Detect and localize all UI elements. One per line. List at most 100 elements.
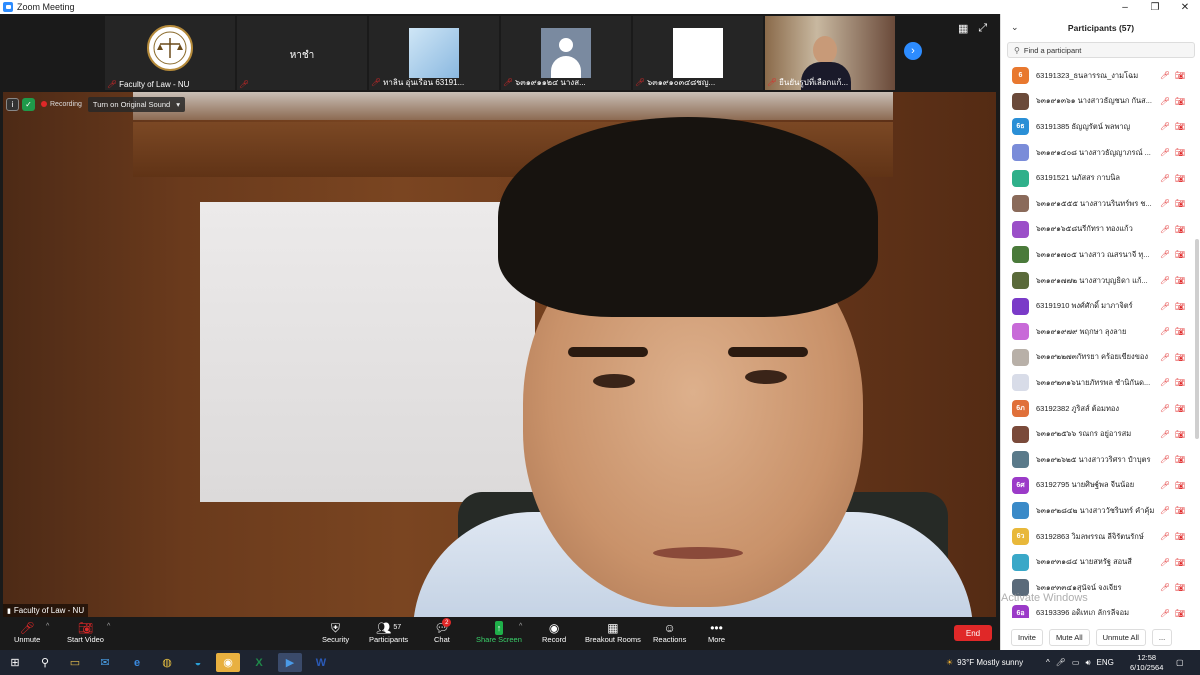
record-button[interactable]: ◉ Record [542, 620, 566, 645]
share-options-caret-icon[interactable]: ^ [519, 623, 522, 630]
participant-row[interactable]: ๖๓๑๙๓๑๘๔ นายสหรัฐ สอนสี 🎤︎ 📷︎ [1001, 549, 1193, 575]
start-windows-icon[interactable]: ⊞ [3, 653, 27, 672]
more-button[interactable]: ••• More [708, 620, 725, 645]
search-icon[interactable]: ⚲ [33, 653, 57, 672]
camera-off-icon[interactable]: 📷︎ [1175, 327, 1185, 336]
mic-muted-icon[interactable]: 🎤︎ [1160, 250, 1170, 259]
thumbnail-faculty[interactable]: 🎤︎ Faculty of Law - NU [105, 16, 235, 90]
camera-off-icon[interactable]: 📷︎ [1175, 430, 1185, 439]
mail-icon[interactable]: ✉ [93, 653, 117, 672]
participant-row[interactable]: ๖๓๑๙๒๒๗๓กัทรยา คร้อยเขียงของ 🎤︎ 📷︎ [1001, 345, 1193, 371]
chrome-icon[interactable]: ◍ [155, 653, 179, 672]
mic-muted-icon[interactable]: 🎤︎ [1160, 532, 1170, 541]
minimize-button[interactable]: – [1110, 0, 1140, 14]
next-page-arrow-icon[interactable]: › [904, 42, 922, 60]
internet-explorer-icon[interactable]: e [125, 653, 149, 672]
line-icon[interactable]: ◉ [216, 653, 240, 672]
camera-off-icon[interactable]: 📷︎ [1175, 122, 1185, 131]
camera-off-icon[interactable]: 📷︎ [1175, 609, 1185, 618]
thumbnail-blank[interactable]: 🎤︎ ๖๓๑๙๑๐๓๔๘ชญ... [633, 16, 763, 90]
camera-off-icon[interactable]: 📷︎ [1175, 583, 1185, 592]
participant-row[interactable]: 6ว 63192863 วิมลพรรณ ลีจิรัตนรักษ์ 🎤︎ 📷︎ [1001, 524, 1193, 550]
video-options-caret-icon[interactable]: ^ [107, 623, 110, 630]
reactions-button[interactable]: ☺ Reactions [653, 620, 686, 645]
clock[interactable]: 12:58 6/10/2564 [1130, 650, 1163, 675]
participant-row[interactable]: ๖๓๑๙๒๖๒๕ นางสาววริศรา ปำบุตร 🎤︎ 📷︎ [1001, 447, 1193, 473]
participant-row[interactable]: 63191910 พงศ์ศักดิ์ มาภาจิตร์ 🎤︎ 📷︎ [1001, 293, 1193, 319]
thumbnail-avatar[interactable]: 🎤︎ ๖๓๑๙๑๑๒๔ นางส... [501, 16, 631, 90]
mic-muted-icon[interactable]: 🎤︎ [1160, 71, 1170, 80]
mic-muted-icon[interactable]: 🎤︎ [1160, 378, 1170, 387]
excel-icon[interactable]: X [247, 653, 271, 672]
participant-row[interactable]: ๖๓๑๙๑๖๕๘นรีกัทรา ทองแก้ว 🎤︎ 📷︎ [1001, 217, 1193, 243]
language-indicator[interactable]: ENG [1097, 658, 1114, 667]
camera-off-icon[interactable]: 📷︎ [1175, 404, 1185, 413]
camera-off-icon[interactable]: 📷︎ [1175, 97, 1185, 106]
participant-row[interactable]: 6 63191323_ธนลารรณ_งามโฉม 🎤︎ 📷︎ [1001, 63, 1193, 89]
camera-off-icon[interactable]: 📷︎ [1175, 506, 1185, 515]
participants-button[interactable]: 👥︎ 57 Participants [369, 620, 408, 645]
participant-row[interactable]: 63191521 นภัสสร กาบนิล 🎤︎ 📷︎ [1001, 165, 1193, 191]
mic-muted-icon[interactable]: 🎤︎ [1160, 506, 1170, 515]
camera-off-icon[interactable]: 📷︎ [1175, 302, 1185, 311]
participant-row[interactable]: ๖๓๑๙๑๙๗๙ พฤกษา ลุงลาย 🎤︎ 📷︎ [1001, 319, 1193, 345]
microphone-icon[interactable]: 🎤︎ [1056, 658, 1066, 667]
chat-button[interactable]: 💬︎ 2 Chat [434, 618, 452, 644]
camera-off-icon[interactable]: 📷︎ [1175, 378, 1185, 387]
fullscreen-icon[interactable]: ⤢ [978, 22, 987, 35]
mic-muted-icon[interactable]: 🎤︎ [1160, 558, 1170, 567]
gallery-view-icon[interactable]: ▦ [958, 22, 968, 35]
mic-muted-icon[interactable]: 🎤︎ [1160, 122, 1170, 131]
camera-off-icon[interactable]: 📷︎ [1175, 225, 1185, 234]
participant-row[interactable]: ๖๓๑๙๒๕๖๖ รณกร อยู่อารสม 🎤︎ 📷︎ [1001, 421, 1193, 447]
participant-row[interactable]: 6ภ 63192382 ภูริสส์ ต้อมทอง 🎤︎ 📷︎ [1001, 396, 1193, 422]
share-screen-button[interactable]: ↑ Share Screen [476, 620, 522, 644]
mic-muted-icon[interactable]: 🎤︎ [1160, 583, 1170, 592]
camera-off-icon[interactable]: 📷︎ [1175, 199, 1185, 208]
chevron-up-icon[interactable]: ^ [1046, 658, 1050, 667]
camera-off-icon[interactable]: 📷︎ [1175, 353, 1185, 362]
close-button[interactable]: ✕ [1170, 0, 1200, 14]
camera-off-icon[interactable]: 📷︎ [1175, 250, 1185, 259]
mic-muted-icon[interactable]: 🎤︎ [1160, 404, 1170, 413]
participant-row[interactable]: ๖๓๑๙๑๗๐๕ นางสาว ณสรนาจี ทุ... 🎤︎ 📷︎ [1001, 242, 1193, 268]
camera-off-icon[interactable]: 📷︎ [1175, 532, 1185, 541]
mic-muted-icon[interactable]: 🎤︎ [1160, 199, 1170, 208]
mic-muted-icon[interactable]: 🎤︎ [1160, 148, 1170, 157]
network-icon[interactable]: ▭ [1072, 658, 1080, 667]
camera-off-icon[interactable]: 📷︎ [1175, 455, 1185, 464]
audio-options-caret-icon[interactable]: ^ [46, 623, 49, 630]
mic-muted-icon[interactable]: 🎤︎ [1160, 430, 1170, 439]
thumbnail-text[interactable]: หาชำ 🎤︎ [237, 16, 367, 90]
participant-row[interactable]: ๖๓๑๙๒๓๑๖นายภัทรพล ชำนิกันด... 🎤︎ 📷︎ [1001, 370, 1193, 396]
camera-off-icon[interactable]: 📷︎ [1175, 148, 1185, 157]
panel-scrollbar[interactable] [1195, 239, 1199, 439]
mic-muted-icon[interactable]: 🎤︎ [1160, 327, 1170, 336]
mute-all-button[interactable]: Mute All [1048, 629, 1090, 646]
more-options-button[interactable]: ... [1151, 629, 1173, 646]
camera-off-icon[interactable]: 📷︎ [1175, 71, 1185, 80]
end-meeting-button[interactable]: End [954, 625, 992, 641]
participant-row[interactable]: ๖๓๑๙๑๔๐๘ นางสาวธัญญาภรณ์ ... 🎤︎ 📷︎ [1001, 140, 1193, 166]
participant-row[interactable]: 6ศ 63192795 นายศิษฐ์พล จีนน้อย 🎤︎ 📷︎ [1001, 473, 1193, 499]
mic-muted-icon[interactable]: 🎤︎ [1160, 225, 1170, 234]
participant-row[interactable]: ๖๓๑๙๑๗๗๒ นางสาวบุญธิดา แก้... 🎤︎ 📷︎ [1001, 268, 1193, 294]
weather-widget[interactable]: ☀ 93°F Mostly sunny [946, 650, 1023, 675]
unmute-all-button[interactable]: Unmute All [1095, 629, 1146, 646]
start-video-button[interactable]: 📷︎ Start Video [67, 620, 104, 645]
original-sound-button[interactable]: Turn on Original Sound ▾ [87, 96, 185, 112]
participant-search-input[interactable]: ⚲ Find a participant [1007, 42, 1195, 58]
word-icon[interactable]: W [309, 653, 333, 672]
volume-icon[interactable]: 🔊︎ [1085, 658, 1090, 668]
file-explorer-icon[interactable]: ▭ [63, 653, 87, 672]
breakout-rooms-button[interactable]: ▦ Breakout Rooms [585, 620, 641, 645]
participant-row[interactable]: 6ธ 63191385 ธัญญรัตน์ พลพาญ 🎤︎ 📷︎ [1001, 114, 1193, 140]
mic-muted-icon[interactable]: 🎤︎ [1160, 455, 1170, 464]
info-icon[interactable]: i [6, 97, 19, 111]
participant-row[interactable]: ๖๓๑๙๑๕๕๕ นางสาวนรินทร์พร ช... 🎤︎ 📷︎ [1001, 191, 1193, 217]
mic-muted-icon[interactable]: 🎤︎ [1160, 276, 1170, 285]
shield-icon[interactable]: ✓ [22, 97, 35, 111]
unmute-button[interactable]: 🎤︎ Unmute [14, 620, 40, 645]
notification-icon[interactable]: ▢ [1176, 650, 1184, 675]
mic-muted-icon[interactable]: 🎤︎ [1160, 481, 1170, 490]
